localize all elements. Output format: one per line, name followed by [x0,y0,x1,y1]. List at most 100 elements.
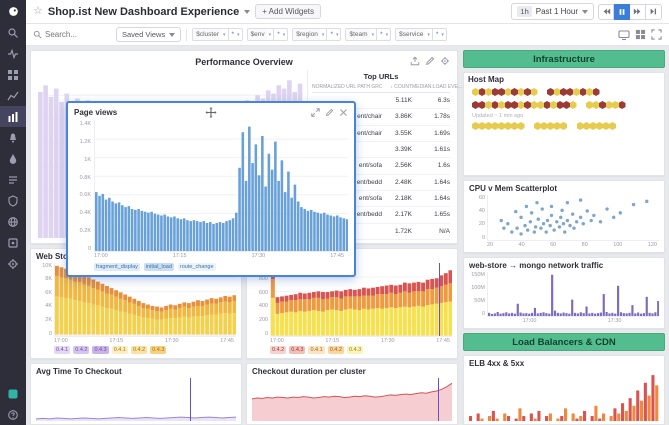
pause-button[interactable] [614,4,630,20]
close-icon[interactable] [339,108,348,117]
legend-item[interactable]: 0.4.2 [73,346,89,354]
move-cursor-icon[interactable] [206,107,217,118]
host-hexagon[interactable] [524,88,531,96]
host-hexagon[interactable] [583,122,590,130]
host-hexagon[interactable] [534,122,541,130]
skip-back-button[interactable] [598,4,614,20]
host-hexagon[interactable] [511,88,518,96]
org-icon[interactable] [0,383,26,404]
host-hexagon[interactable] [479,101,486,109]
legend-item[interactable]: 0.4.1 [54,346,70,354]
host-hexagon[interactable] [603,122,610,130]
host-hexagon[interactable] [485,122,492,130]
host-hexagon[interactable] [586,88,593,96]
mongo-traffic-chart[interactable] [487,272,659,317]
host-hexagon[interactable] [560,122,567,130]
export-icon[interactable] [410,56,420,66]
host-hexagon[interactable] [518,101,525,109]
host-hexagon[interactable] [498,122,505,130]
host-hexagon[interactable] [531,101,538,109]
skip-forward-button[interactable] [630,4,646,20]
watchdog-icon[interactable] [0,43,26,64]
host-hexagon[interactable] [541,122,548,130]
tv-mode-icon[interactable] [618,29,630,41]
edit-pencil-icon[interactable] [425,56,435,66]
host-hexagon[interactable] [472,88,479,96]
host-hexagon[interactable] [580,88,587,96]
legend-item[interactable]: 0.4.3 [289,346,305,354]
monitors-icon[interactable] [0,127,26,148]
host-hexagon[interactable] [619,101,626,109]
legend-item[interactable]: 0.4.2 [131,346,147,354]
settings-icon[interactable] [0,253,26,274]
legend-item[interactable]: route_change [178,263,216,271]
host-hexagon[interactable] [573,88,580,96]
edit-pencil-icon[interactable] [325,108,334,117]
host-hexagon[interactable] [472,122,479,130]
host-hexagon[interactable] [550,101,557,109]
panel-header[interactable]: Page views [68,103,354,121]
favorite-star-icon[interactable]: ☆ [33,6,43,17]
column-header-url[interactable]: NORMALIZED URL PATH GRO... [312,84,382,90]
apm-icon[interactable] [0,148,26,169]
template-var-pill[interactable]: $env▾*▾ [247,28,289,41]
host-hexagon[interactable] [544,101,551,109]
elb-chart[interactable] [469,370,659,421]
fullscreen-icon[interactable] [651,29,662,40]
host-hexagon[interactable] [560,88,567,96]
host-hexagon[interactable] [479,122,486,130]
host-hexagon[interactable] [472,101,479,109]
expand-icon[interactable] [311,108,320,117]
scatter-chart[interactable] [487,195,659,241]
column-header-count[interactable]: ↓ COUNT [382,84,412,90]
infrastructure-icon[interactable] [0,64,26,85]
host-hexagon[interactable] [524,101,531,109]
page-views-floating-panel[interactable]: Page views 1.4K1.2K1K0.8K0.6K0.4K0.2K0 1… [66,101,356,277]
legend-item[interactable]: initial_load [144,263,174,271]
host-hexagon[interactable] [563,101,570,109]
host-hexagon[interactable] [537,101,544,109]
metrics-icon[interactable] [0,85,26,106]
host-hexagon[interactable] [554,122,561,130]
template-var-pill[interactable]: $service▾*▾ [395,28,447,41]
host-hexagon[interactable] [609,122,616,130]
host-hexagon[interactable] [586,101,593,109]
host-hexagon[interactable] [531,88,538,96]
chevron-down-icon[interactable] [244,10,250,14]
host-hexagon[interactable] [547,88,554,96]
host-hexagon[interactable] [498,88,505,96]
logs-icon[interactable] [0,169,26,190]
host-hexagon[interactable] [479,88,486,96]
grid-layout-icon[interactable] [635,29,646,40]
template-var-pill[interactable]: $cluster▾*▾ [192,28,242,41]
jump-to-live-button[interactable] [646,4,662,20]
legend-item[interactable]: 0.4.3 [92,346,108,354]
legend-item[interactable]: 0.4.1 [112,346,128,354]
host-hexagon[interactable] [557,101,564,109]
host-hexagon[interactable] [599,101,606,109]
host-hexagon[interactable] [498,101,505,109]
integrations-icon[interactable] [0,232,26,253]
host-hexagon[interactable] [593,101,600,109]
search-input[interactable] [45,30,105,39]
dashboards-icon[interactable] [0,106,26,127]
template-var-pill[interactable]: $team▾*▾ [345,28,391,41]
host-hexagon[interactable] [505,88,512,96]
search-box[interactable] [33,30,111,39]
host-hexagon[interactable] [554,88,561,96]
host-hexagon[interactable] [547,122,554,130]
legend-item[interactable]: fragment_display [94,263,140,271]
time-range-selector[interactable]: 1h Past 1 Hour [511,3,594,20]
host-hexagon[interactable] [492,101,499,109]
host-hexagon[interactable] [511,122,518,130]
gear-icon[interactable] [440,56,450,66]
legend-item[interactable]: 0.4.3 [347,346,363,354]
page-views-chart[interactable] [94,121,348,252]
host-hexagon[interactable] [593,88,600,96]
host-hexagon[interactable] [505,101,512,109]
help-icon[interactable] [0,404,26,425]
avg-checkout-chart[interactable] [36,378,236,421]
security-icon[interactable] [0,190,26,211]
search-icon[interactable] [0,22,26,43]
host-hexagon[interactable] [570,101,577,109]
